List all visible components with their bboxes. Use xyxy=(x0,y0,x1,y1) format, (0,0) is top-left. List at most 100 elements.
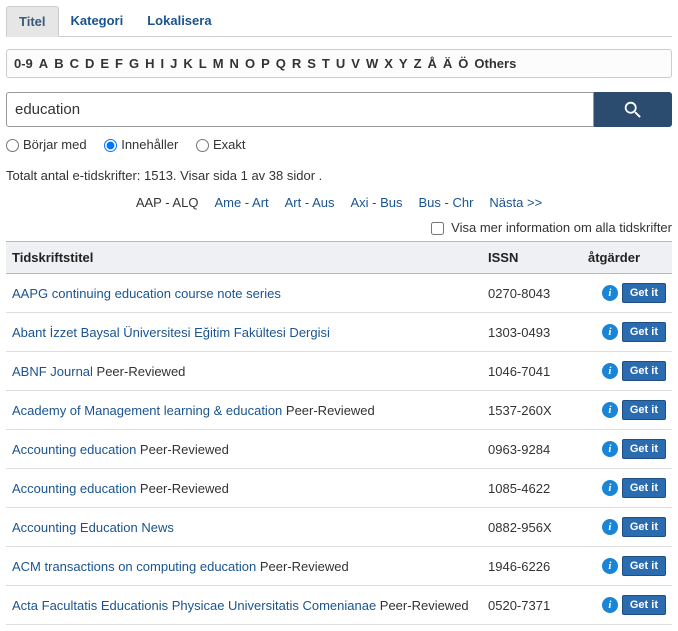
info-icon[interactable]: i xyxy=(602,402,618,418)
search-icon xyxy=(622,99,644,121)
alpha-R[interactable]: R xyxy=(289,56,304,71)
search-button[interactable] xyxy=(594,92,672,127)
pager-link[interactable]: Art - Aus xyxy=(285,195,335,210)
results-table: Tidskriftstitel ISSN åtgärder AAPG conti… xyxy=(6,241,672,625)
pager-link[interactable]: Ame - Art xyxy=(214,195,268,210)
alpha-J[interactable]: J xyxy=(167,56,180,71)
get-it-button[interactable]: Get it xyxy=(622,595,666,615)
peer-reviewed-label: Peer-Reviewed xyxy=(136,481,229,496)
show-more-checkbox[interactable] xyxy=(431,222,444,235)
alpha-K[interactable]: K xyxy=(180,56,195,71)
alpha-L[interactable]: L xyxy=(196,56,210,71)
alpha-N[interactable]: N xyxy=(227,56,242,71)
alpha-Å[interactable]: Å xyxy=(425,56,440,71)
alpha-Ö[interactable]: Ö xyxy=(455,56,471,71)
table-row: ABNF Journal Peer-Reviewed1046-7041iGet … xyxy=(6,352,672,391)
alpha-V[interactable]: V xyxy=(348,56,363,71)
alpha-W[interactable]: W xyxy=(363,56,381,71)
info-icon[interactable]: i xyxy=(602,363,618,379)
show-more-toggle-row: Visa mer information om alla tidskrifter xyxy=(6,220,672,235)
pager-next[interactable]: Nästa >> xyxy=(489,195,542,210)
peer-reviewed-label: Peer-Reviewed xyxy=(136,442,229,457)
show-more-toggle[interactable]: Visa mer information om alla tidskrifter xyxy=(431,220,672,235)
alpha-E[interactable]: E xyxy=(97,56,112,71)
alpha-Q[interactable]: Q xyxy=(273,56,289,71)
table-row: Acta Facultatis Educationis Physicae Uni… xyxy=(6,586,672,625)
info-icon[interactable]: i xyxy=(602,519,618,535)
journal-link[interactable]: AAPG continuing education course note se… xyxy=(12,286,281,301)
radio-exakt-input[interactable] xyxy=(196,139,209,152)
get-it-button[interactable]: Get it xyxy=(622,400,666,420)
tabs: TitelKategoriLokalisera xyxy=(6,6,672,37)
alpha-F[interactable]: F xyxy=(112,56,126,71)
radio-exakt[interactable]: Exakt xyxy=(196,137,246,152)
journal-link[interactable]: Accounting Education News xyxy=(12,520,174,535)
tab-titel[interactable]: Titel xyxy=(6,6,59,37)
cell-actions: iGet it xyxy=(582,469,672,508)
info-icon[interactable]: i xyxy=(602,324,618,340)
cell-issn: 0882-956X xyxy=(482,508,582,547)
alpha-O[interactable]: O xyxy=(242,56,258,71)
alpha-Y[interactable]: Y xyxy=(396,56,411,71)
cell-title: Accounting education Peer-Reviewed xyxy=(6,469,482,508)
journal-link[interactable]: Accounting education xyxy=(12,442,136,457)
table-row: Academy of Management learning & educati… xyxy=(6,391,672,430)
radio-borjar-input[interactable] xyxy=(6,139,19,152)
alphabet-filter: 0-9ABCDEFGHIJKLMNOPQRSTUVWXYZÅÄÖOthers xyxy=(6,49,672,78)
journal-link[interactable]: Acta Facultatis Educationis Physicae Uni… xyxy=(12,598,376,613)
info-icon[interactable]: i xyxy=(602,441,618,457)
alpha-Others[interactable]: Others xyxy=(471,56,519,71)
alpha-G[interactable]: G xyxy=(126,56,142,71)
journal-link[interactable]: Abant İzzet Baysal Üniversitesi Eğitim F… xyxy=(12,325,330,340)
alpha-B[interactable]: B xyxy=(51,56,66,71)
cell-actions: iGet it xyxy=(582,352,672,391)
alpha-0-9[interactable]: 0-9 xyxy=(11,56,36,71)
table-row: Accounting Education News0882-956XiGet i… xyxy=(6,508,672,547)
alpha-T[interactable]: T xyxy=(319,56,333,71)
info-icon[interactable]: i xyxy=(602,558,618,574)
alpha-D[interactable]: D xyxy=(82,56,97,71)
get-it-button[interactable]: Get it xyxy=(622,478,666,498)
alpha-Ä[interactable]: Ä xyxy=(440,56,455,71)
alpha-Z[interactable]: Z xyxy=(411,56,425,71)
radio-borjar[interactable]: Börjar med xyxy=(6,137,87,152)
table-row: AAPG continuing education course note se… xyxy=(6,274,672,313)
alpha-P[interactable]: P xyxy=(258,56,273,71)
get-it-button[interactable]: Get it xyxy=(622,439,666,459)
tab-lokalisera[interactable]: Lokalisera xyxy=(135,6,223,36)
radio-innehaller-input[interactable] xyxy=(104,139,117,152)
info-icon[interactable]: i xyxy=(602,597,618,613)
info-icon[interactable]: i xyxy=(602,480,618,496)
alpha-S[interactable]: S xyxy=(304,56,319,71)
alpha-U[interactable]: U xyxy=(333,56,348,71)
get-it-button[interactable]: Get it xyxy=(622,556,666,576)
alpha-C[interactable]: C xyxy=(67,56,82,71)
journal-link[interactable]: Accounting education xyxy=(12,481,136,496)
pager-link[interactable]: Axi - Bus xyxy=(351,195,403,210)
alpha-M[interactable]: M xyxy=(210,56,227,71)
get-it-button[interactable]: Get it xyxy=(622,283,666,303)
alpha-A[interactable]: A xyxy=(36,56,51,71)
get-it-button[interactable]: Get it xyxy=(622,322,666,342)
col-actions: åtgärder xyxy=(582,242,672,274)
cell-issn: 0963-9284 xyxy=(482,430,582,469)
alpha-X[interactable]: X xyxy=(381,56,396,71)
get-it-button[interactable]: Get it xyxy=(622,517,666,537)
journal-link[interactable]: Academy of Management learning & educati… xyxy=(12,403,282,418)
pager-link[interactable]: Bus - Chr xyxy=(419,195,474,210)
pager-current: AAP - ALQ xyxy=(136,195,199,210)
cell-issn: 0270-8043 xyxy=(482,274,582,313)
journal-link[interactable]: ACM transactions on computing education xyxy=(12,559,256,574)
get-it-button[interactable]: Get it xyxy=(622,361,666,381)
journal-link[interactable]: ABNF Journal xyxy=(12,364,93,379)
cell-title: Accounting Education News xyxy=(6,508,482,547)
radio-innehaller[interactable]: Innehåller xyxy=(104,137,178,152)
alpha-I[interactable]: I xyxy=(158,56,168,71)
alpha-H[interactable]: H xyxy=(142,56,157,71)
search-input[interactable] xyxy=(6,92,594,127)
cell-actions: iGet it xyxy=(582,274,672,313)
table-row: ACM transactions on computing education … xyxy=(6,547,672,586)
tab-kategori[interactable]: Kategori xyxy=(59,6,136,36)
cell-actions: iGet it xyxy=(582,508,672,547)
info-icon[interactable]: i xyxy=(602,285,618,301)
